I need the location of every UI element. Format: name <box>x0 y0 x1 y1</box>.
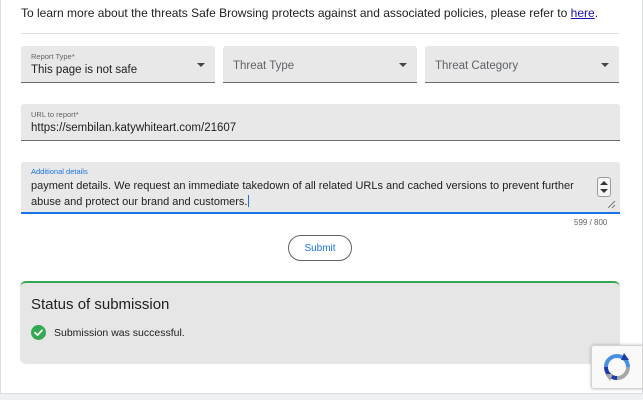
recaptcha-icon <box>604 353 630 381</box>
policy-link[interactable]: here <box>571 6 595 20</box>
threat-type-select[interactable]: Threat Type <box>223 46 417 83</box>
bottom-strip <box>0 393 643 400</box>
text-cursor <box>248 195 250 207</box>
threat-category-placeholder: Threat Category <box>435 60 519 72</box>
chevron-up-icon <box>600 181 608 185</box>
report-type-label: Report Type* <box>31 52 75 61</box>
threat-category-select[interactable]: Threat Category <box>425 46 619 83</box>
additional-details-value: payment details. We request an immediate… <box>31 180 574 208</box>
url-label: URL to report* <box>31 110 79 119</box>
status-card: Status of submission Submission was succ… <box>20 281 620 364</box>
chevron-down-icon <box>399 63 407 67</box>
report-type-select[interactable]: Report Type* This page is not safe <box>21 46 215 83</box>
chevron-down-icon <box>197 63 205 67</box>
additional-details-label: Additional details <box>31 167 88 176</box>
status-row: Submission was successful. <box>31 325 185 340</box>
scroll-spinner[interactable] <box>597 177 611 197</box>
url-value: https://sembilan.katywhiteart.com/21607 <box>31 122 237 134</box>
check-circle-icon <box>31 325 46 340</box>
status-message: Submission was successful. <box>54 326 185 339</box>
intro-period: . <box>594 6 599 20</box>
threat-type-placeholder: Threat Type <box>233 60 295 72</box>
report-type-value: This page is not safe <box>31 64 138 76</box>
chevron-down-icon <box>600 189 608 193</box>
resize-grip-icon[interactable] <box>607 200 616 209</box>
additional-details-field[interactable]: Additional details payment details. We r… <box>21 162 620 214</box>
additional-details-text: payment details. We request an immediate… <box>31 178 586 210</box>
url-field[interactable]: URL to report* https://sembilan.katywhit… <box>21 104 620 141</box>
chevron-down-icon <box>601 63 609 67</box>
character-counter: 599 / 800 <box>574 218 608 227</box>
status-title: Status of submission <box>31 296 170 313</box>
intro-text: To learn more about the threats Safe Bro… <box>21 6 598 20</box>
submit-button[interactable]: Submit <box>288 235 352 261</box>
recaptcha-badge[interactable] <box>591 345 643 389</box>
divider <box>21 33 619 34</box>
intro-sentence: To learn more about the threats Safe Bro… <box>21 6 571 20</box>
